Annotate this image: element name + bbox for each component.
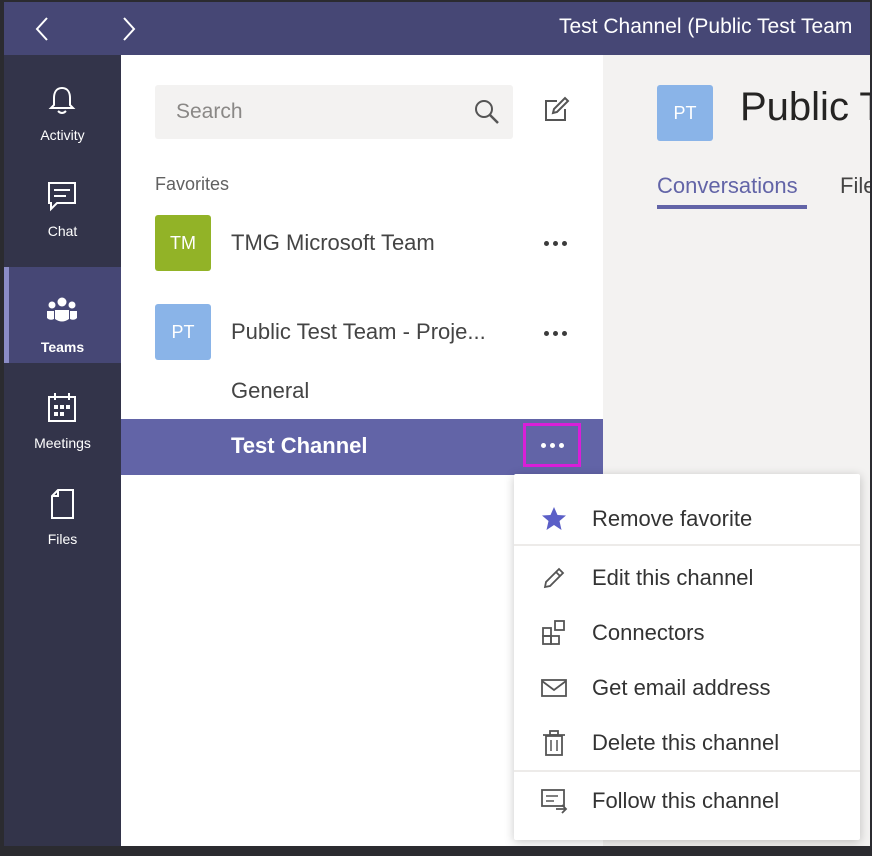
menu-item-remove-favorite[interactable]: Remove favorite xyxy=(514,492,860,544)
rail-item-activity[interactable]: Activity xyxy=(4,55,121,151)
menu-divider xyxy=(514,770,860,772)
rail-label: Meetings xyxy=(34,435,91,451)
channel-context-menu: Remove favorite Edit this channel Connec… xyxy=(514,474,860,840)
file-icon xyxy=(51,489,74,519)
rail-label: Files xyxy=(47,531,78,547)
tab-files[interactable]: File xyxy=(840,173,870,199)
favorites-heading: Favorites xyxy=(155,174,230,194)
connectors-icon xyxy=(542,620,565,645)
menu-item-delete-channel[interactable]: Delete this channel xyxy=(514,716,860,768)
menu-item-label: Edit this channel xyxy=(592,565,754,590)
bell-icon xyxy=(48,86,76,114)
teams-icon xyxy=(47,297,77,322)
calendar-icon xyxy=(48,393,76,422)
channel-item-general[interactable]: General xyxy=(231,378,309,404)
team-name: TMG Microsoft Team xyxy=(231,230,435,255)
more-options-icon xyxy=(543,330,567,336)
chevron-right-icon xyxy=(123,17,136,41)
pencil-icon xyxy=(543,567,565,589)
compose-icon[interactable] xyxy=(541,95,571,125)
menu-item-label: Delete this channel xyxy=(592,730,780,755)
menu-item-follow-channel[interactable]: Follow this channel xyxy=(514,774,860,826)
search-placeholder: Search xyxy=(176,100,243,123)
menu-item-connectors[interactable]: Connectors xyxy=(514,606,860,658)
back-button[interactable] xyxy=(22,10,62,48)
rail-label: Teams xyxy=(40,339,85,355)
envelope-icon xyxy=(541,679,567,697)
more-options-icon xyxy=(543,240,567,246)
window-title: Test Channel (Public Test Team xyxy=(559,15,853,38)
trash-icon xyxy=(543,730,565,756)
rail-item-files[interactable]: Files xyxy=(4,459,121,555)
page-title: Public T xyxy=(740,85,870,129)
rail-label: Activity xyxy=(40,127,85,143)
search-icon[interactable] xyxy=(473,98,501,126)
active-tab-indicator xyxy=(657,205,807,209)
rail-label: Chat xyxy=(47,223,78,239)
team-row[interactable]: TM TMG Microsoft Team xyxy=(121,213,603,273)
teams-window: Test Channel (Public Test Team Activity … xyxy=(4,2,870,848)
team-avatar: PT xyxy=(155,304,211,360)
rail-item-teams[interactable]: Teams xyxy=(4,267,121,363)
screen-bottom-edge xyxy=(0,846,872,856)
search-input[interactable]: Search xyxy=(155,85,513,139)
channel-name: Test Channel xyxy=(231,433,368,458)
rail-item-chat[interactable]: Chat xyxy=(4,151,121,247)
team-row[interactable]: PT Public Test Team - Proje... xyxy=(121,304,603,364)
rail-item-meetings[interactable]: Meetings xyxy=(4,363,121,459)
menu-item-label: Connectors xyxy=(592,620,705,645)
forward-button[interactable] xyxy=(109,10,149,48)
menu-item-label: Remove favorite xyxy=(592,506,753,531)
app-rail: Activity Chat Teams Meetings Files xyxy=(4,55,121,848)
menu-item-label: Follow this channel xyxy=(592,788,780,813)
team-avatar: PT xyxy=(657,85,713,141)
team-more-button[interactable] xyxy=(537,318,573,348)
menu-item-get-email-address[interactable]: Get email address xyxy=(514,661,860,713)
menu-item-edit-channel[interactable]: Edit this channel xyxy=(514,551,860,603)
title-bar: Test Channel (Public Test Team xyxy=(4,2,870,55)
tab-conversations[interactable]: Conversations xyxy=(657,173,798,199)
channel-more-button[interactable] xyxy=(523,423,581,467)
team-avatar: TM xyxy=(155,215,211,271)
channel-item-test-channel[interactable]: Test Channel xyxy=(121,419,603,475)
chat-icon xyxy=(48,182,76,212)
chevron-left-icon xyxy=(35,17,48,41)
menu-item-label: Get email address xyxy=(592,675,771,700)
more-options-icon xyxy=(540,442,564,448)
star-icon xyxy=(542,507,566,530)
follow-icon xyxy=(541,789,568,814)
team-more-button[interactable] xyxy=(537,228,573,258)
team-name: Public Test Team - Proje... xyxy=(231,319,486,344)
menu-divider xyxy=(514,544,860,546)
